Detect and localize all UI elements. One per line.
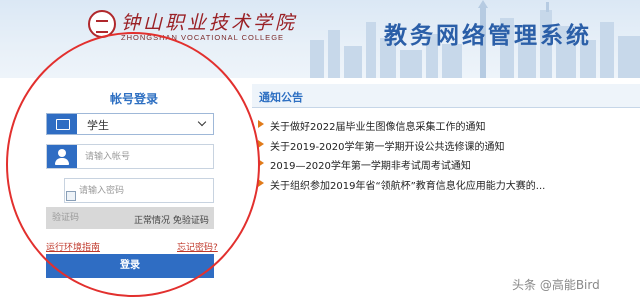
password-field [64,178,214,203]
notice-text: 关于2019-2020学年第一学期开设公共选修课的通知 [270,141,505,153]
username-input[interactable] [85,150,207,164]
list-item[interactable]: 关于组织参加2019年省“领航杯”教育信息化应用能力大赛的... [256,177,545,197]
captcha-input[interactable] [52,211,112,225]
role-select-value: 学生 [87,119,109,132]
notice-list: 关于做好2022届毕业生图像信息采集工作的通知 关于2019-2020学年第一学… [256,118,545,196]
password-input[interactable] [79,184,209,198]
notice-header: 通知公告 [252,84,640,108]
id-card-icon [47,114,77,134]
list-item[interactable]: 关于做好2022届毕业生图像信息采集工作的通知 [256,118,545,138]
forgot-password-link[interactable]: 忘记密码? [177,240,218,253]
role-select[interactable]: 学生 [46,113,214,135]
triangle-bullet-icon [258,178,264,187]
list-item[interactable]: 关于2019-2020学年第一学期开设公共选修课的通知 [256,138,545,158]
username-field [46,144,214,169]
notice-title: 通知公告 [259,91,303,104]
watermark: 头条 @高能Bird [512,278,600,292]
login-button[interactable]: 登录 [46,254,214,278]
school-logo-icon [88,10,116,38]
page-header: 钟山职业技术学院 ZHONGSHAN VOCATIONAL COLLEGE 教务… [0,0,640,78]
triangle-bullet-icon [258,139,264,148]
broken-image-icon [66,191,76,201]
notice-panel: 通知公告 关于做好2022届毕业生图像信息采集工作的通知 关于2019-2020… [252,84,640,301]
runtime-guide-link[interactable]: 运行环境指南 [46,240,100,253]
notice-text: 关于做好2022届毕业生图像信息采集工作的通知 [270,122,486,133]
school-name: 钟山职业技术学院 [121,12,298,34]
chevron-down-icon [197,117,207,127]
login-panel: 帐号登录 学生 正常情况 免验证码 运行环境指南 忘记密码? 登录 [40,84,228,294]
notice-text: 2019—2020学年第一学期非考试周考试通知 [270,161,471,172]
notice-text: 关于组织参加2019年省“领航杯”教育信息化应用能力大赛的... [270,180,546,192]
captcha-status: 正常情况 免验证码 [134,216,209,226]
triangle-bullet-icon [258,159,264,167]
login-title: 帐号登录 [109,92,158,106]
school-name-english: ZHONGSHAN VOCATIONAL COLLEGE [121,33,285,42]
triangle-bullet-icon [258,120,264,128]
user-icon [47,145,77,168]
list-item[interactable]: 2019—2020学年第一学期非考试周考试通知 [256,157,545,177]
system-title: 教务网络管理系统 [384,23,592,49]
